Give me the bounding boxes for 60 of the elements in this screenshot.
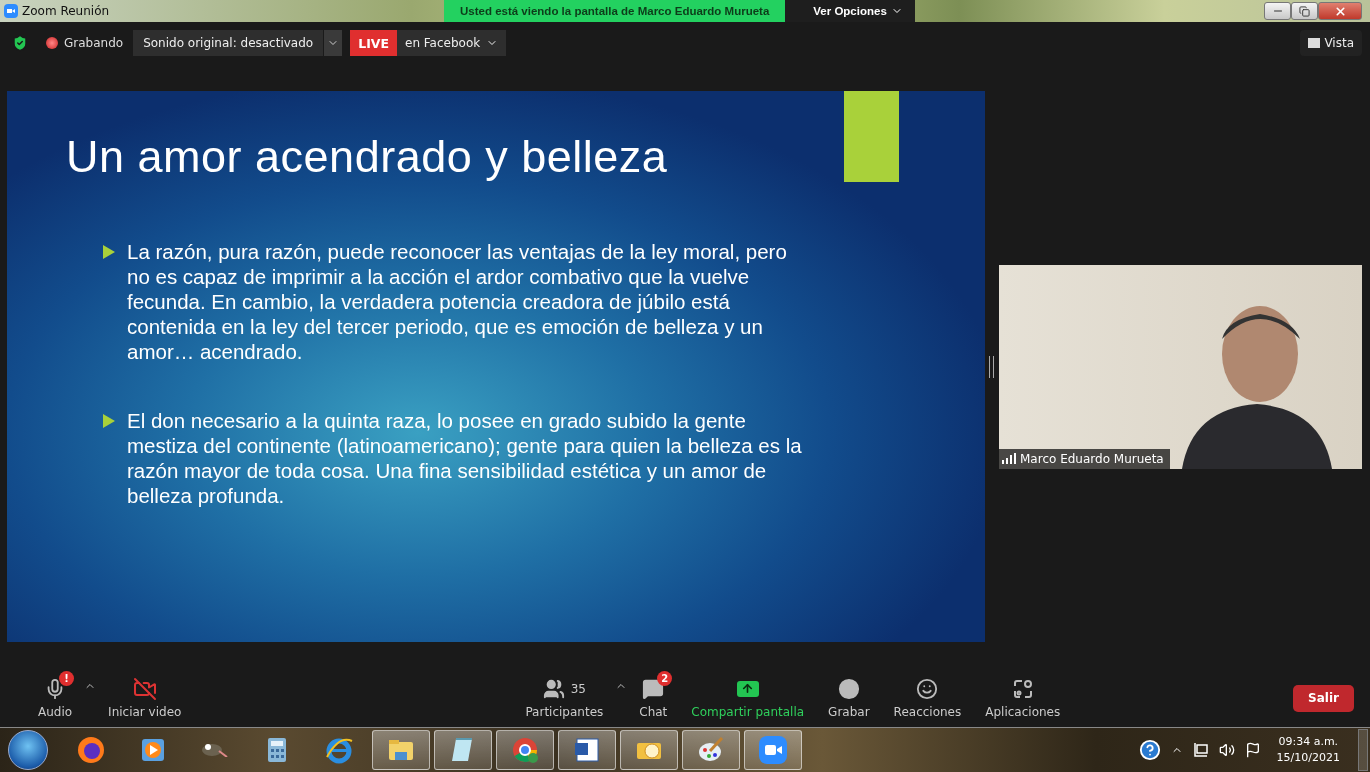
grid-icon [1308, 38, 1321, 48]
start-button[interactable] [8, 730, 48, 770]
document-icon [572, 735, 602, 765]
smiley-icon [916, 677, 939, 700]
live-target-dropdown[interactable]: en Facebook [397, 30, 507, 56]
taskbar-app-button[interactable] [372, 730, 430, 770]
browser-logo-icon [510, 735, 540, 765]
clock[interactable]: 09:34 a.m. 15/10/2021 [1276, 734, 1340, 766]
bullet-text: El don necesario a la quinta raza, lo posee en grado subido la gente mestiza del continente (latinoamericano); gente para quien la belleza es la razón mayor de toda cosa. Una fina sensibilidad estética y un amor de belleza profunda. [127, 408, 803, 508]
close-icon [1333, 4, 1347, 18]
close-button[interactable] [1318, 2, 1362, 20]
restore-icon [1299, 5, 1310, 17]
people-icon [542, 677, 565, 700]
clock-time: 09:34 a.m. [1278, 734, 1339, 750]
reactions-button[interactable]: Reacciones [881, 669, 974, 719]
signal-bars-icon [1002, 453, 1016, 464]
taskbar-app-button[interactable] [744, 730, 802, 770]
speaker-icon[interactable] [1218, 742, 1235, 758]
apps-button[interactable]: Aplicaciones [973, 669, 1073, 719]
help-icon[interactable] [1138, 739, 1161, 761]
live-badge: LIVE [350, 30, 397, 56]
video-button[interactable]: Iniciar video [96, 669, 194, 719]
network-icon[interactable] [1192, 742, 1209, 758]
recording-dot-icon [46, 37, 58, 49]
bullet-text: La razón, pura razón, puede reconocer las ventajas de la ley moral, pero no es capaz de imprimir a la acción el ardor combativo que la vuelve fecunda. En cambio, la verdadera potencia creadora de júbilo está contenida en la ley del tercer periodo, que es emoción de belleza y un amor… acendrado. [127, 239, 788, 364]
taskbar-app-button[interactable] [496, 730, 554, 770]
flag-icon[interactable] [1244, 742, 1261, 758]
chat-button[interactable]: 2 Chat [627, 669, 680, 719]
taskbar-app-button[interactable] [682, 730, 740, 770]
video-camera-icon [758, 735, 788, 765]
apps-icon [1011, 677, 1034, 700]
taskbar-app-button[interactable] [558, 730, 616, 770]
record-button[interactable]: Grabar [816, 669, 882, 719]
participants-button[interactable]: 35 Participantes [513, 669, 616, 719]
record-icon [837, 677, 860, 700]
taskbar-app-button[interactable] [434, 730, 492, 770]
original-sound-button[interactable]: Sonido original: desactivado [133, 30, 324, 56]
audio-button[interactable]: ! Audio [26, 669, 85, 719]
window-title: Zoom Reunión [22, 4, 110, 18]
notification-badge: 2 [657, 670, 673, 686]
minimize-button[interactable] [1264, 2, 1291, 20]
resize-handle[interactable] [989, 355, 994, 378]
notification-badge: ! [59, 670, 75, 686]
view-button[interactable]: Vista [1300, 30, 1362, 56]
taskbar-app-button[interactable] [620, 730, 678, 770]
clock-date: 15/10/2021 [1276, 750, 1340, 766]
share-button[interactable]: Compartir pantalla [679, 669, 817, 719]
fox-globe-icon [76, 735, 106, 765]
restore-button[interactable] [1291, 2, 1318, 20]
leave-button[interactable]: Salir [1293, 684, 1354, 712]
participant-name: Marco Eduardo Murueta [1020, 451, 1164, 466]
triangle-bullet-icon [103, 245, 115, 259]
view-options-button[interactable]: Ver Opciones [785, 0, 915, 22]
camera-logo-icon [4, 4, 18, 18]
sound-dropdown-button[interactable] [324, 30, 343, 56]
slide-title: Un amor acendrado y belleza [66, 131, 668, 183]
screen-share-banner: Usted está viendo la pantalla de Marco Eduardo Murueta [444, 0, 786, 22]
participant-count: 35 [570, 681, 586, 696]
recording-label: Grabando [64, 36, 124, 50]
triangle-bullet-icon [103, 414, 115, 428]
